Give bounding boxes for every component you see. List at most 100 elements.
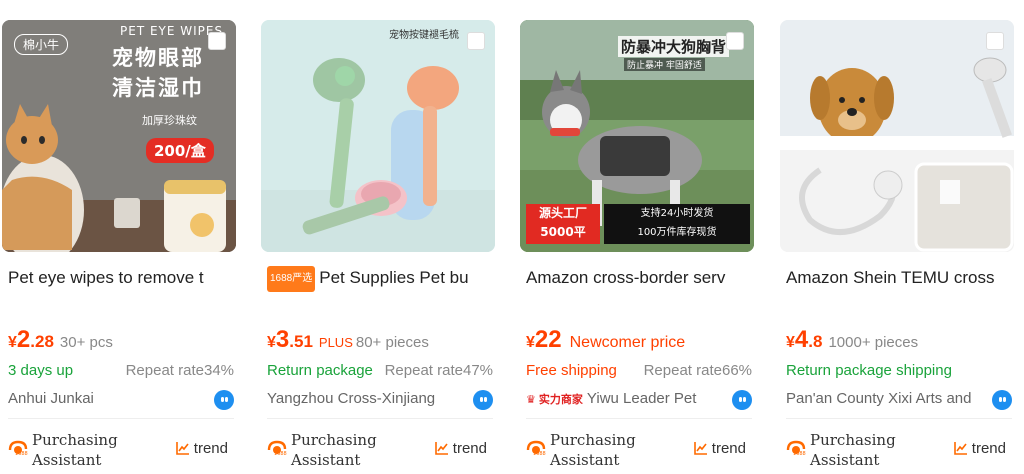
service-row: Return package Repeat rate47% [267,362,493,384]
factory-badge-line-1: 源头工厂 [538,206,587,220]
product-image[interactable]: 防暴冲大狗胸背 防止暴冲 牢固舒适 源头工厂 5000平 支持24小时发货 10… [520,20,754,252]
product-card[interactable]: 棉小牛 PET EYE WIPES 宠物眼部 清洁湿巾 加厚珍珠纹 200/盒 … [2,0,240,474]
product-photo [780,20,1014,252]
strong-merchant-label: 实力商家 [538,394,583,406]
image-headline: 防暴冲大狗胸背 [618,36,730,57]
actions-row: 1688 Purchasing Assistant trend [786,428,1012,472]
actions-row: 1688 Purchasing Assistant trend [526,428,752,472]
service-feature: Return package [267,362,373,379]
chat-bot-icon[interactable] [732,390,752,410]
plus-badge: PLUS [318,335,353,350]
trend-link[interactable]: trend [434,440,487,457]
price-integer: 22 [534,326,562,353]
product-image[interactable] [780,20,1014,252]
service-row: Return package shipping [786,362,1012,384]
promo-label: Newcomer price [569,334,686,351]
product-card[interactable]: Amazon Shein TEMU cross ¥4.8 1000+ pieces… [780,0,1018,474]
svg-text:1688: 1688 [793,451,806,456]
svg-text:1688: 1688 [533,451,546,456]
svg-text:1688: 1688 [274,451,287,456]
divider [8,418,234,419]
product-grid: 棉小牛 PET EYE WIPES 宠物眼部 清洁湿巾 加厚珍珠纹 200/盒 … [0,0,1024,474]
trend-link[interactable]: trend [175,440,228,457]
product-image[interactable]: 宠物按键褪毛梳 [261,20,495,252]
trend-label: trend [452,440,487,457]
product-title[interactable]: Amazon Shein TEMU cross [786,266,1012,290]
trend-icon [434,442,448,455]
seller-name[interactable]: Yiwu Leader Pet [587,390,697,407]
factory-badge-line-2: 5000平 [540,225,586,239]
stock-note-line-1: 支持24小时发货 [640,208,714,219]
divider [786,418,1012,419]
purchasing-assistant-link[interactable]: Purchasing Assistant [550,430,650,470]
seller-name[interactable]: Yangzhou Cross-Xinjiang [267,390,435,407]
trend-link[interactable]: trend [693,440,746,457]
min-quantity: 30+ pcs [59,334,113,351]
trend-label: trend [971,440,1006,457]
trend-link[interactable]: trend [953,440,1006,457]
select-checkbox-icon[interactable] [986,32,1004,50]
product-title[interactable]: Pet eye wipes to remove t [8,266,234,290]
purchasing-assistant-link[interactable]: Purchasing Assistant [810,430,910,470]
divider [526,418,752,419]
min-quantity: 1000+ pieces [828,334,919,351]
select-checkbox-icon[interactable] [467,32,485,50]
stock-note: 支持24小时发货 100万件库存现货 [604,204,750,244]
price-row: ¥3.51 PLUS 80+ pieces [267,326,429,354]
purchasing-assistant-icon: 1688 [526,440,546,456]
badge-1688-selected: 1688严选 [267,266,316,292]
price-currency: ¥ [526,334,535,351]
purchasing-assistant-icon: 1688 [8,440,28,456]
image-count-badge: 200/盒 [146,138,214,163]
repeat-rate: Repeat rate34% [121,362,234,379]
service-row: 3 days up Repeat rate34% [8,362,234,384]
seller-name[interactable]: Anhui Junkai [8,390,94,407]
product-title[interactable]: 1688严选 Pet Supplies Pet bu [267,266,493,292]
trend-icon [953,442,967,455]
product-card[interactable]: 防暴冲大狗胸背 防止暴冲 牢固舒适 源头工厂 5000平 支持24小时发货 10… [520,0,758,474]
select-checkbox-icon[interactable] [208,32,226,50]
product-image[interactable]: 棉小牛 PET EYE WIPES 宠物眼部 清洁湿巾 加厚珍珠纹 200/盒 [2,20,236,252]
image-headline-2: 清洁湿巾 [112,76,204,100]
chat-bot-icon[interactable] [214,390,234,410]
min-quantity: 80+ pieces [355,334,429,351]
chat-bot-icon[interactable] [992,390,1012,410]
purchasing-assistant-icon: 1688 [267,440,287,456]
trend-label: trend [711,440,746,457]
trend-label: trend [193,440,228,457]
price-integer: 3 [275,326,290,353]
repeat-rate: Repeat rate66% [639,362,752,379]
purchasing-assistant-icon: 1688 [786,440,806,456]
price-decimal: .51 [289,332,313,351]
service-feature: 3 days up [8,362,74,379]
seller-row[interactable]: Anhui Junkai [8,390,234,412]
price-row: ¥22 Newcomer price [526,326,685,354]
image-headline: 宠物按键褪毛梳 [389,30,459,41]
price-integer: 4 [794,326,809,353]
image-subline: 防止暴冲 牢固舒适 [624,58,705,71]
price-currency: ¥ [8,334,17,351]
price-decimal: .28 [30,332,54,351]
svg-text:1688: 1688 [15,451,28,456]
purchasing-assistant-link[interactable]: Purchasing Assistant [32,430,132,470]
repeat-rate: Repeat rate47% [380,362,493,379]
service-feature: Return package shipping [786,362,952,379]
divider [267,418,493,419]
select-checkbox-icon[interactable] [726,32,744,50]
seller-row[interactable]: ♛ 实力商家 Yiwu Leader Pet [526,390,752,412]
chat-bot-icon[interactable] [473,390,493,410]
price-currency: ¥ [267,334,276,351]
product-card[interactable]: 宠物按键褪毛梳 1688严选 Pet Supplies Pet bu ¥3.51 P… [261,0,499,474]
product-title[interactable]: Amazon cross-border serv [526,266,752,290]
service-feature: Free shipping [526,362,617,379]
image-headline: 宠物眼部 [112,46,204,70]
image-subline: 加厚珍珠纹 [142,114,197,127]
trend-icon [693,442,707,455]
service-row: Free shipping Repeat rate66% [526,362,752,384]
seller-name[interactable]: Pan'an County Xixi Arts and [786,390,971,407]
factory-badge: 源头工厂 5000平 [526,204,600,244]
seller-row[interactable]: Pan'an County Xixi Arts and [786,390,1012,412]
seller-row[interactable]: Yangzhou Cross-Xinjiang [267,390,493,412]
purchasing-assistant-link[interactable]: Purchasing Assistant [291,430,391,470]
brand-badge: 棉小牛 [14,34,69,55]
